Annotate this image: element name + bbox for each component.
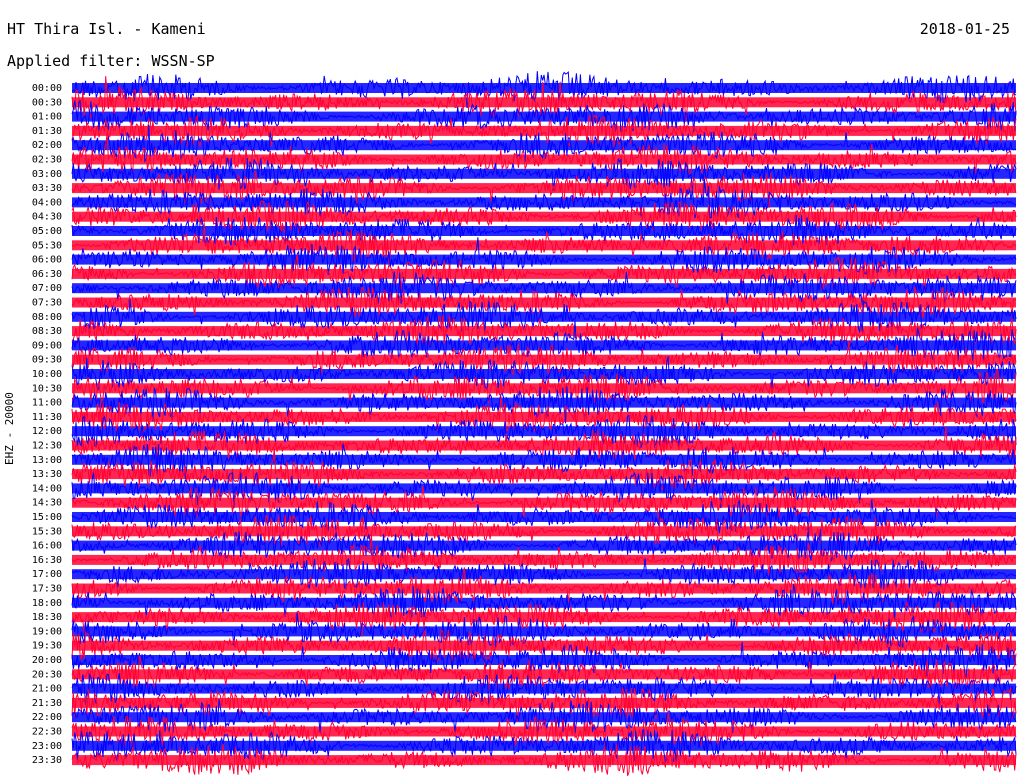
time-tick-label: 15:30 [32,526,62,537]
time-tick-label: 16:00 [32,541,62,552]
time-tick-label: 23:00 [32,741,62,752]
time-tick-label: 21:00 [32,684,62,695]
time-tick-label: 20:30 [32,669,62,680]
filter-label: Applied filter: WSSN-SP [7,52,215,70]
time-tick-label: 01:30 [32,126,62,137]
time-tick-label: 23:30 [32,755,62,766]
time-tick-label: 22:30 [32,727,62,738]
time-tick-label: 09:30 [32,355,62,366]
time-tick-label: 10:00 [32,369,62,380]
time-tick-label: 01:00 [32,112,62,123]
time-tick-label: 13:00 [32,455,62,466]
time-tick-label: 08:00 [32,312,62,323]
time-tick-label: 05:00 [32,226,62,237]
time-tick-label: 17:30 [32,584,62,595]
helicorder-plot: 00:00 00:30 01:00 01:30 02:00 02:30 03:00 03:30… [32,70,1017,776]
time-tick-label: 10:30 [32,383,62,394]
time-tick-label: 04:00 [32,197,62,208]
time-tick-label: 05:30 [32,240,62,251]
time-tick-label: 22:00 [32,712,62,723]
time-tick-label: 12:00 [32,426,62,437]
time-tick-label: 07:00 [32,283,62,294]
time-tick-label: 19:00 [32,626,62,637]
time-tick-label: 15:00 [32,512,62,523]
time-tick-label: 13:30 [32,469,62,480]
time-tick-label: 03:30 [32,183,62,194]
time-tick-label: 08:30 [32,326,62,337]
time-tick-labels: 00:00 00:30 01:00 01:30 02:00 02:30 03:00 03:30… [32,83,62,766]
time-tick-label: 07:30 [32,298,62,309]
time-tick-label: 11:00 [32,398,62,409]
record-date: 2018-01-25 [919,20,1010,38]
time-tick-label: 20:00 [32,655,62,666]
time-tick-label: 18:30 [32,612,62,623]
time-tick-label: 03:00 [32,169,62,180]
time-tick-label: 06:00 [32,255,62,266]
station-title: HT Thira Isl. - Kameni [7,20,206,38]
time-tick-label: 02:30 [32,155,62,166]
time-tick-label: 14:00 [32,483,62,494]
time-tick-label: 21:30 [32,698,62,709]
time-tick-label: 19:30 [32,641,62,652]
time-tick-label: 18:00 [32,598,62,609]
time-tick-label: 11:30 [32,412,62,423]
time-tick-label: 00:00 [32,83,62,94]
time-tick-label: 02:00 [32,140,62,151]
channel-label: EHZ - 20000 [3,392,16,465]
time-tick-label: 14:30 [32,498,62,509]
trace-group [71,70,1017,776]
time-tick-label: 00:30 [32,97,62,108]
time-tick-label: 17:00 [32,569,62,580]
time-tick-label: 06:30 [32,269,62,280]
time-tick-label: 12:30 [32,441,62,452]
time-tick-label: 16:30 [32,555,62,566]
time-tick-label: 09:00 [32,340,62,351]
time-tick-label: 04:30 [32,212,62,223]
